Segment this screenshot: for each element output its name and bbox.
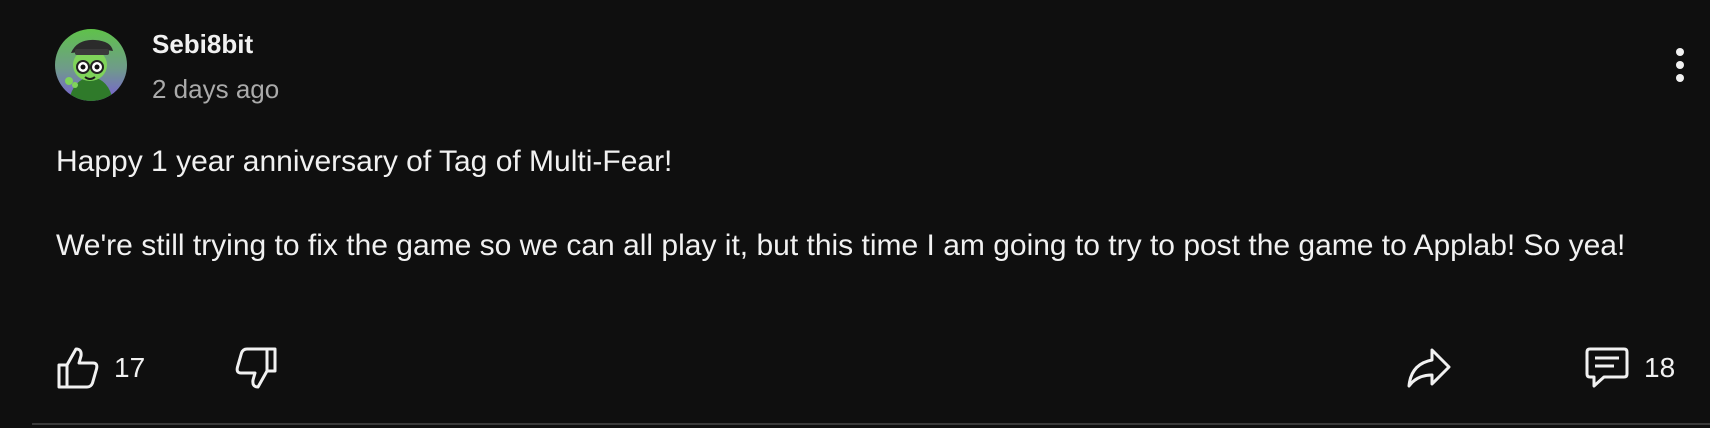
comments-button[interactable]: 18 [1584,340,1675,396]
vertical-dots-icon [1676,48,1684,82]
community-post: Sebi8bit 2 days ago Happy 1 year anniver… [0,0,1710,428]
thumbs-up-icon [57,347,99,389]
divider [32,423,1710,425]
post-body: Happy 1 year anniversary of Tag of Multi… [56,140,1676,308]
dislike-button[interactable] [234,340,278,396]
share-arrow-icon [1407,348,1451,388]
comment-count: 18 [1644,352,1676,383]
post-timestamp[interactable]: 2 days ago [152,73,279,105]
share-button[interactable] [1406,340,1452,396]
more-options-button[interactable] [1662,42,1698,88]
post-paragraph: Happy 1 year anniversary of Tag of Multi… [56,145,673,178]
like-button[interactable]: 17 [56,340,145,396]
avatar-image [55,29,127,101]
like-count: 17 [114,352,146,383]
action-bar: 17 18 [0,340,1710,396]
avatar[interactable] [55,29,127,101]
author-name[interactable]: Sebi8bit [152,28,253,60]
thumbs-down-icon [235,347,277,389]
post-paragraph: We're still trying to fix the game so we… [56,229,1626,262]
comment-bubble-icon [1585,347,1629,388]
